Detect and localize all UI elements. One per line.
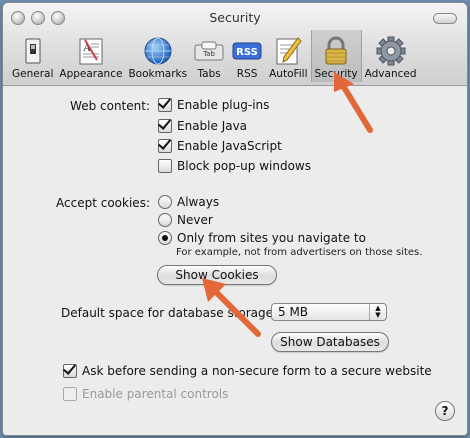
- tab-rss[interactable]: RSS RSS: [228, 30, 266, 82]
- appearance-icon: A: [79, 38, 103, 65]
- updown-arrows-icon: ▲ ▼: [369, 304, 386, 320]
- tab-general[interactable]: General: [9, 30, 56, 82]
- annotation-arrow-security: [334, 72, 373, 133]
- tab-label: Tabs: [197, 68, 221, 80]
- tab-bookmarks[interactable]: Bookmarks: [125, 30, 190, 82]
- radio-button[interactable]: [158, 195, 172, 209]
- checkbox-box[interactable]: [63, 364, 77, 378]
- general-switch-icon: [25, 38, 41, 64]
- checkbox-box[interactable]: [158, 119, 172, 133]
- globe-icon: [144, 37, 172, 65]
- tab-label: RSS: [236, 68, 258, 80]
- cookies-note: For example, not from advertisers on tho…: [176, 247, 423, 258]
- lock-icon: [325, 36, 347, 65]
- database-size-value: 5 MB: [278, 305, 309, 319]
- radio-button[interactable]: [158, 213, 172, 227]
- gear-icon: [376, 36, 406, 66]
- radio-button[interactable]: [158, 231, 172, 245]
- tab-label: Bookmarks: [128, 68, 188, 80]
- titlebar: Security General A Appearance Bookmarks …: [3, 3, 467, 86]
- checkbox-label: Ask before sending a non-secure form to …: [82, 364, 432, 378]
- database-size-select[interactable]: 5 MB ▲ ▼: [271, 303, 387, 321]
- cookies-never-radio[interactable]: Never: [158, 213, 213, 227]
- cookies-only-visited-radio[interactable]: Only from sites you navigate to: [158, 231, 366, 245]
- window-title: Security: [209, 10, 261, 25]
- tabs-icon-text: Tab: [202, 50, 215, 58]
- radio-label: Only from sites you navigate to: [177, 231, 366, 245]
- tab-tabs[interactable]: Tab Tabs: [190, 30, 228, 82]
- ask-nonsecure-form-checkbox[interactable]: Ask before sending a non-secure form to …: [63, 364, 432, 378]
- web-content-label: Web content:: [70, 99, 150, 113]
- show-databases-button[interactable]: Show Databases: [271, 332, 389, 352]
- tab-appearance[interactable]: A Appearance: [56, 30, 125, 82]
- accept-cookies-label: Accept cookies:: [56, 196, 150, 210]
- annotation-arrow-show-cookies: [202, 278, 261, 337]
- tabs-icon: Tab: [194, 41, 224, 61]
- checkbox-box[interactable]: [158, 139, 172, 153]
- tab-label: General: [12, 68, 54, 80]
- enable-java-checkbox[interactable]: Enable Java: [158, 119, 247, 133]
- checkbox-label: Block pop-up windows: [177, 159, 311, 173]
- block-popups-checkbox[interactable]: Block pop-up windows: [158, 159, 311, 173]
- checkbox-label: Enable plug-ins: [177, 98, 270, 112]
- parental-controls-checkbox: Enable parental controls: [63, 387, 228, 401]
- help-button[interactable]: ?: [435, 401, 455, 421]
- checkbox-box: [63, 387, 77, 401]
- radio-label: Never: [177, 213, 213, 227]
- toolbar-toggle-button[interactable]: [433, 13, 457, 24]
- autofill-pencil-icon: [276, 37, 302, 65]
- radio-label: Always: [177, 195, 220, 209]
- enable-javascript-checkbox[interactable]: Enable JavaScript: [158, 139, 282, 153]
- checkbox-label: Enable Java: [177, 119, 248, 133]
- checkbox-label: Enable parental controls: [82, 387, 229, 401]
- rss-icon: RSS: [232, 42, 262, 60]
- rss-icon-text: RSS: [236, 47, 258, 58]
- enable-plugins-checkbox[interactable]: Enable plug-ins: [158, 98, 269, 112]
- checkbox-box[interactable]: [158, 159, 172, 173]
- tab-label: Appearance: [59, 68, 123, 80]
- checkbox-box[interactable]: [158, 98, 172, 112]
- preferences-window: Security General A Appearance Bookmarks …: [2, 2, 468, 436]
- cookies-always-radio[interactable]: Always: [158, 195, 219, 209]
- checkbox-label: Enable JavaScript: [177, 139, 282, 153]
- security-panel: Web content: Enable plug-ins Enable Java…: [3, 86, 467, 435]
